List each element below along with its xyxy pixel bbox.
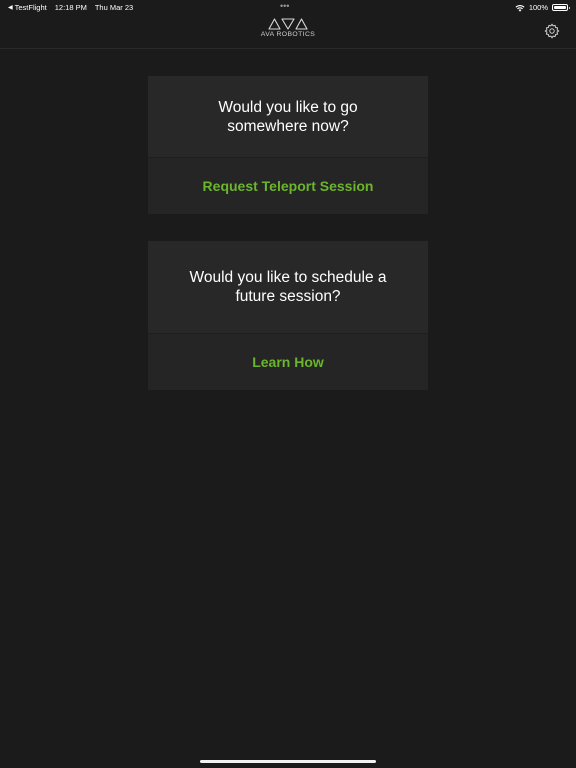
app-screen: ◀ TestFlight 12:18 PM Thu Mar 23 ••• 100… — [0, 0, 576, 768]
multitasking-dots[interactable]: ••• — [280, 1, 289, 11]
schedule-card: Would you like to schedule a future sess… — [148, 241, 428, 390]
ava-robotics-logo: AVA ROBOTICS — [0, 18, 576, 38]
gear-icon[interactable] — [544, 23, 560, 39]
go-now-question: Would you like to go somewhere now? — [218, 98, 358, 135]
back-to-app-link[interactable]: TestFlight — [15, 3, 47, 12]
nav-bar: AVA ROBOTICS — [0, 14, 576, 49]
battery-fill — [554, 6, 566, 9]
learn-how-button[interactable]: Learn How — [148, 333, 428, 390]
back-arrow-icon[interactable]: ◀ — [8, 4, 13, 11]
status-bar: ◀ TestFlight 12:18 PM Thu Mar 23 ••• 100… — [0, 0, 576, 14]
status-time: 12:18 PM — [54, 3, 87, 12]
logo-text: AVA ROBOTICS — [260, 31, 316, 38]
wifi-icon — [515, 4, 525, 12]
battery-icon — [552, 4, 570, 11]
status-right: 100% — [515, 3, 570, 12]
status-left: ◀ TestFlight 12:18 PM Thu Mar 23 — [8, 3, 133, 12]
request-teleport-session-button[interactable]: Request Teleport Session — [148, 157, 428, 214]
ava-logo-mark-icon — [268, 18, 308, 30]
home-indicator[interactable] — [200, 760, 376, 763]
battery-percent: 100% — [528, 3, 548, 12]
schedule-question: Would you like to schedule a future sess… — [189, 269, 387, 305]
status-date: Thu Mar 23 — [94, 3, 134, 12]
go-now-card: Would you like to go somewhere now? Requ… — [148, 76, 428, 214]
